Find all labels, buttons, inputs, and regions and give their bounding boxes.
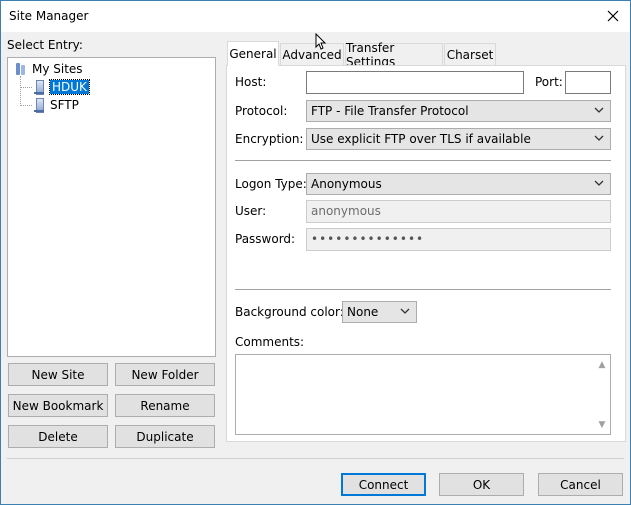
- tab-transfer-settings[interactable]: Transfer Settings: [345, 41, 443, 69]
- tree-item-label: HDUK: [49, 79, 90, 95]
- tree-item-hduk[interactable]: HDUK: [32, 78, 90, 96]
- new-bookmark-button[interactable]: New Bookmark: [8, 394, 108, 417]
- folder-icon: [14, 62, 28, 76]
- footer-separator: [7, 458, 624, 459]
- new-folder-button[interactable]: New Folder: [115, 363, 215, 386]
- server-icon: [32, 79, 46, 95]
- port-label: Port:: [535, 75, 563, 89]
- delete-button[interactable]: Delete: [8, 425, 108, 448]
- encryption-label: Encryption:: [235, 132, 304, 146]
- encryption-value: Use explicit FTP over TLS if available: [311, 132, 531, 146]
- cancel-button[interactable]: Cancel: [538, 473, 623, 496]
- site-tree[interactable]: My Sites HDUK SFTP: [7, 57, 216, 357]
- logon-type-label: Logon Type:: [235, 177, 307, 191]
- chevron-down-icon: [594, 107, 604, 113]
- background-color-label: Background color:: [235, 305, 344, 319]
- tree-item-label: My Sites: [32, 62, 83, 76]
- connect-button[interactable]: Connect: [341, 473, 426, 496]
- server-icon: [32, 97, 46, 113]
- tree-item-my-sites[interactable]: My Sites: [14, 60, 83, 78]
- site-manager-window: Site Manager Select Entry: My Sites HDUK…: [0, 0, 631, 505]
- duplicate-button[interactable]: Duplicate: [115, 425, 215, 448]
- tab-advanced[interactable]: Advanced: [280, 43, 344, 65]
- chevron-down-icon: [594, 135, 604, 141]
- close-button[interactable]: [602, 5, 624, 27]
- protocol-label: Protocol:: [235, 104, 288, 118]
- host-input[interactable]: [306, 71, 524, 94]
- encryption-select[interactable]: Use explicit FTP over TLS if available: [306, 128, 611, 150]
- close-icon: [607, 10, 619, 22]
- password-input: ••••••••••••••: [306, 228, 611, 251]
- new-site-button[interactable]: New Site: [8, 363, 108, 386]
- chevron-down-icon: [594, 180, 604, 186]
- window-title: Site Manager: [9, 9, 89, 23]
- user-input: anonymous: [306, 200, 611, 223]
- tab-charset[interactable]: Charset: [444, 43, 496, 65]
- rename-button[interactable]: Rename: [115, 394, 215, 417]
- host-label: Host:: [235, 75, 267, 89]
- ok-button[interactable]: OK: [439, 473, 524, 496]
- mouse-cursor-icon: [315, 33, 327, 50]
- port-input[interactable]: [565, 71, 611, 94]
- logon-type-value: Anonymous: [311, 177, 382, 191]
- comments-textarea[interactable]: ▲ ▼: [235, 354, 611, 435]
- separator: [235, 160, 611, 161]
- tree-item-label: SFTP: [50, 98, 79, 112]
- scroll-down-icon[interactable]: ▼: [597, 420, 607, 430]
- comments-label: Comments:: [235, 335, 305, 349]
- select-entry-label: Select Entry:: [7, 38, 83, 52]
- separator: [235, 289, 611, 290]
- background-color-value: None: [347, 305, 379, 319]
- password-label: Password:: [235, 232, 296, 246]
- scroll-up-icon[interactable]: ▲: [597, 360, 607, 370]
- title-bar: Site Manager: [1, 1, 630, 32]
- tree-item-sftp[interactable]: SFTP: [32, 96, 79, 114]
- logon-type-select[interactable]: Anonymous: [306, 173, 611, 195]
- tab-general[interactable]: General: [227, 41, 279, 66]
- user-label: User:: [235, 204, 267, 218]
- background-color-select[interactable]: None: [342, 301, 417, 323]
- chevron-down-icon: [400, 308, 410, 314]
- protocol-value: FTP - File Transfer Protocol: [311, 104, 469, 118]
- protocol-select[interactable]: FTP - File Transfer Protocol: [306, 100, 611, 122]
